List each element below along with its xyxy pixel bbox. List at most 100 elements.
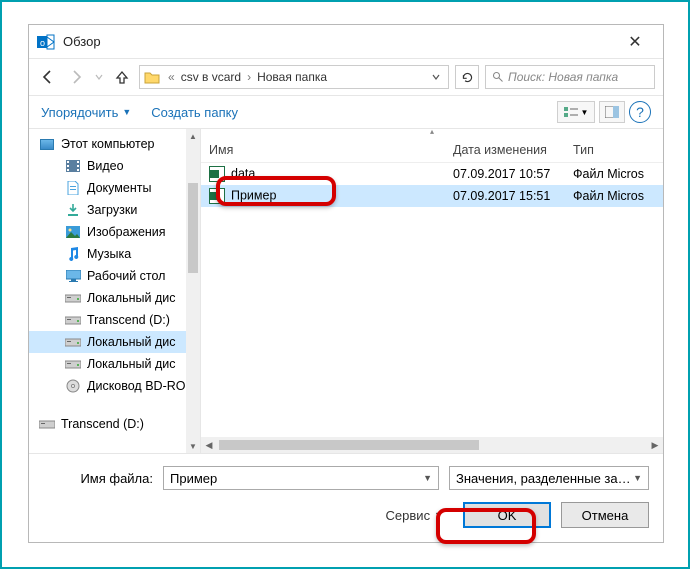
breadcrumb-1[interactable]: csv в vcard (179, 70, 243, 84)
breadcrumb-separator: « (164, 70, 179, 84)
sidebar-this-pc[interactable]: Этот компьютер (29, 133, 200, 155)
sidebar-item[interactable]: Локальный дис (29, 353, 200, 375)
column-headers: Имя Дата изменения Тип (201, 137, 663, 163)
scroll-up-arrow[interactable]: ▲ (186, 129, 200, 143)
search-input[interactable]: Поиск: Новая папка (485, 65, 655, 89)
sidebar-item-label: Локальный дис (87, 357, 176, 371)
excel-file-icon (209, 166, 225, 182)
column-date[interactable]: Дата изменения (445, 143, 565, 157)
file-row[interactable]: data 07.09.2017 10:57Файл Micros (201, 163, 663, 185)
address-dropdown[interactable] (428, 70, 444, 84)
breadcrumb-2[interactable]: Новая папка (255, 70, 329, 84)
scroll-right-arrow[interactable]: ▶ (647, 440, 663, 451)
horizontal-scrollbar[interactable]: ◀ ▶ (201, 437, 663, 453)
scroll-left-arrow[interactable]: ◀ (201, 440, 217, 451)
chevron-down-icon: ▼ (633, 473, 642, 483)
refresh-button[interactable] (455, 65, 479, 89)
file-name: data (231, 166, 255, 180)
drive-icon (39, 416, 55, 432)
toolbar: Упорядочить ▼ Создать папку ▼ ? (29, 95, 663, 129)
sidebar-item-label: Рабочий стол (87, 269, 165, 283)
bottom-panel: Имя файла: Пример ▼ Значения, разделенны… (29, 453, 663, 542)
sidebar-scrollbar[interactable]: ▲ ▼ (186, 129, 200, 453)
computer-icon (39, 136, 55, 152)
view-options-button[interactable]: ▼ (557, 101, 595, 123)
music-icon (65, 246, 81, 262)
document-icon (65, 180, 81, 196)
new-folder-button[interactable]: Создать папку (151, 105, 238, 120)
file-name: Пример (231, 188, 276, 202)
window-title: Обзор (63, 34, 101, 49)
file-type-filter[interactable]: Значения, разделенные запят ▼ (449, 466, 649, 490)
outlook-icon: o (37, 33, 55, 51)
chevron-down-icon: ▼ (122, 107, 131, 117)
sort-indicator: ▴ (201, 129, 663, 137)
sidebar-item-label: Дисковод BD-RО (87, 379, 185, 393)
file-open-dialog: o Обзор ✕ « csv в vcard › Новая папка (28, 24, 664, 543)
sidebar-item-label: Изображения (87, 225, 166, 239)
chevron-down-icon: ▼ (434, 510, 443, 520)
desktop-icon (65, 268, 81, 284)
sidebar-item[interactable]: Локальный дис (29, 331, 200, 353)
sidebar-item[interactable]: Transcend (D:) (29, 309, 200, 331)
scroll-down-arrow[interactable]: ▼ (186, 439, 200, 453)
svg-text:o: o (40, 38, 45, 48)
filename-label: Имя файла: (43, 471, 153, 486)
preview-pane-button[interactable] (599, 101, 625, 123)
sidebar-item-label: Документы (87, 181, 151, 195)
sidebar-item[interactable]: Локальный дис (29, 287, 200, 309)
file-date: 07.09.2017 15:51 (445, 189, 565, 203)
column-type[interactable]: Тип (565, 143, 663, 157)
download-icon (65, 202, 81, 218)
content-area: Этот компьютер Видео Документы Загрузки Изо… (29, 129, 663, 453)
file-date: 07.09.2017 10:57 (445, 167, 565, 181)
sidebar-item-label: Видео (87, 159, 124, 173)
sidebar-item[interactable]: Изображения (29, 221, 200, 243)
column-name[interactable]: Имя (201, 143, 445, 157)
sidebar-item-label: Музыка (87, 247, 131, 261)
file-type: Файл Micros (565, 189, 663, 203)
sidebar-item[interactable]: Загрузки (29, 199, 200, 221)
scroll-thumb-h[interactable] (219, 440, 479, 450)
sidebar-item[interactable]: Рабочий стол (29, 265, 200, 287)
scroll-thumb[interactable] (188, 183, 198, 273)
cancel-button[interactable]: Отмена (561, 502, 649, 528)
help-button[interactable]: ? (629, 101, 651, 123)
sidebar-item-label: Локальный дис (87, 291, 176, 305)
search-icon (492, 71, 504, 83)
folder-icon (144, 69, 160, 85)
sidebar-item-label: Transcend (D:) (87, 313, 170, 327)
sidebar-network-drive[interactable]: Transcend (D:) (29, 413, 200, 435)
filename-input[interactable]: Пример ▼ (163, 466, 439, 490)
sidebar-item[interactable]: Видео (29, 155, 200, 177)
disc-icon (65, 378, 81, 394)
organize-menu[interactable]: Упорядочить ▼ (41, 105, 131, 120)
chevron-right-icon: › (243, 70, 255, 84)
drive-icon (65, 290, 81, 306)
forward-button[interactable] (65, 66, 87, 88)
up-button[interactable] (111, 66, 133, 88)
titlebar: o Обзор ✕ (29, 25, 663, 59)
navbar: « csv в vcard › Новая папка Поиск: Новая… (29, 59, 663, 95)
sidebar-item[interactable]: Документы (29, 177, 200, 199)
file-list: ▴ Имя Дата изменения Тип data 07.09.2017 … (201, 129, 663, 453)
recent-dropdown[interactable] (93, 66, 105, 88)
excel-file-icon (209, 188, 225, 204)
tools-menu[interactable]: Сервис ▼ (386, 508, 443, 523)
search-placeholder: Поиск: Новая папка (508, 70, 618, 84)
image-icon (65, 224, 81, 240)
back-button[interactable] (37, 66, 59, 88)
address-bar[interactable]: « csv в vcard › Новая папка (139, 65, 449, 89)
file-row[interactable]: Пример 07.09.2017 15:51Файл Micros (201, 185, 663, 207)
drive-icon (65, 312, 81, 328)
file-type: Файл Micros (565, 167, 663, 181)
navigation-pane: Этот компьютер Видео Документы Загрузки Изо… (29, 129, 201, 453)
chevron-down-icon: ▼ (423, 473, 432, 483)
drive-icon (65, 356, 81, 372)
sidebar-item[interactable]: Музыка (29, 243, 200, 265)
sidebar-item-label: Локальный дис (87, 335, 176, 349)
close-button[interactable]: ✕ (615, 25, 655, 58)
sidebar-item[interactable]: Дисковод BD-RО (29, 375, 200, 397)
film-icon (65, 158, 81, 174)
ok-button[interactable]: OK (463, 502, 551, 528)
